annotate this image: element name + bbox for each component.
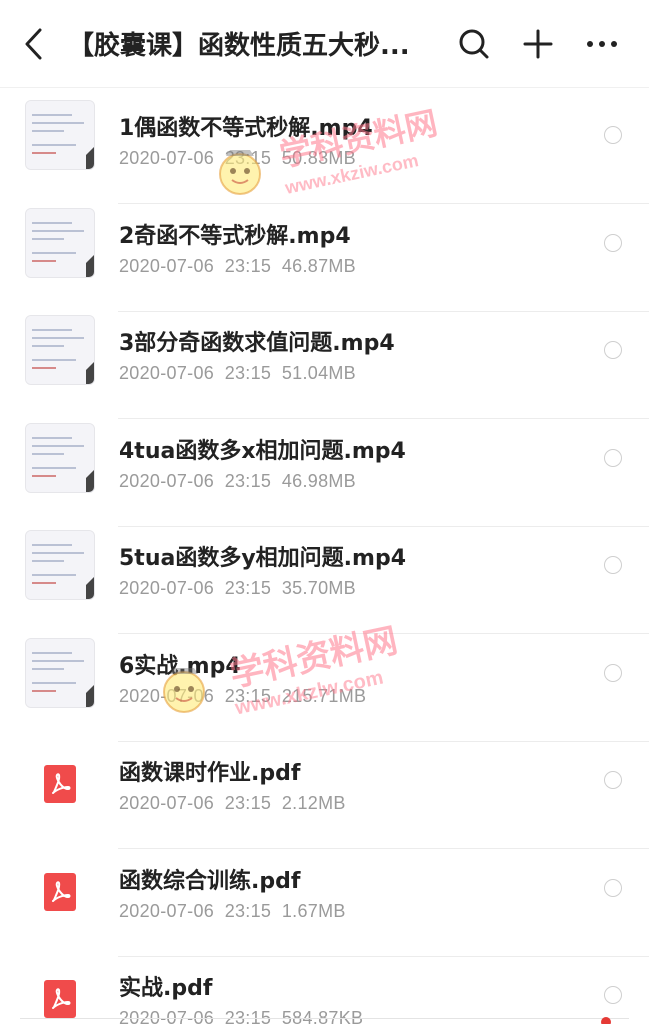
pdf-file-icon <box>44 980 76 1018</box>
file-name: 函数课时作业.pdf <box>119 761 301 786</box>
select-radio[interactable] <box>604 126 622 144</box>
file-name: 6实战.mp4 <box>119 654 241 679</box>
select-radio[interactable] <box>604 879 622 897</box>
file-name: 2奇函不等式秒解.mp4 <box>119 224 351 249</box>
pdf-file-icon <box>44 873 76 911</box>
file-size: 46.87MB <box>281 256 356 276</box>
plus-icon <box>523 29 553 58</box>
select-radio[interactable] <box>604 664 622 682</box>
file-time: 23:15 <box>224 256 272 276</box>
video-thumbnail <box>25 638 95 708</box>
file-meta: 2020-07-06 23:15 46.98MB <box>119 471 356 492</box>
file-time: 23:15 <box>224 471 272 491</box>
bottom-divider <box>20 1018 629 1019</box>
file-size: 1.67MB <box>281 901 346 921</box>
file-row[interactable]: 4tua函数多x相加问题.mp4 2020-07-06 23:15 46.98MB <box>0 419 649 527</box>
file-list: 1偶函数不等式秒解.mp4 2020-07-06 23:15 50.83MB 2奇函… <box>0 88 649 1024</box>
file-row[interactable]: 5tua函数多y相加问题.mp4 2020-07-06 23:15 35.70MB <box>0 526 649 634</box>
file-time: 23:15 <box>224 1008 272 1024</box>
file-date: 2020-07-06 <box>119 793 215 813</box>
file-date: 2020-07-06 <box>119 363 215 383</box>
file-row[interactable]: 2奇函不等式秒解.mp4 2020-07-06 23:15 46.87MB <box>0 204 649 312</box>
file-row[interactable]: 函数综合训练.pdf 2020-07-06 23:15 1.67MB <box>0 849 649 957</box>
file-row[interactable]: 6实战.mp4 2020-07-06 23:15 215.71MB <box>0 634 649 742</box>
file-meta: 2020-07-06 23:15 215.71MB <box>119 686 366 707</box>
file-size: 35.70MB <box>281 578 356 598</box>
video-thumbnail <box>25 100 95 170</box>
video-thumbnail <box>25 423 95 493</box>
file-meta: 2020-07-06 23:15 2.12MB <box>119 793 346 814</box>
file-date: 2020-07-06 <box>119 578 215 598</box>
page-title: 【胶囊课】函数性质五大秒... <box>68 31 410 61</box>
add-button[interactable] <box>506 0 570 88</box>
back-button[interactable] <box>6 0 62 88</box>
file-row[interactable]: 1偶函数不等式秒解.mp4 2020-07-06 23:15 50.83MB <box>0 96 649 204</box>
file-size: 51.04MB <box>281 363 356 383</box>
file-date: 2020-07-06 <box>119 1008 215 1024</box>
file-meta: 2020-07-06 23:15 50.83MB <box>119 148 356 169</box>
file-row[interactable]: 函数课时作业.pdf 2020-07-06 23:15 2.12MB <box>0 741 649 849</box>
file-time: 23:15 <box>224 148 272 168</box>
select-radio[interactable] <box>604 986 622 1004</box>
file-name: 5tua函数多y相加问题.mp4 <box>119 546 407 571</box>
file-meta: 2020-07-06 23:15 35.70MB <box>119 578 356 599</box>
notification-dot <box>601 1017 611 1024</box>
file-size: 2.12MB <box>281 793 346 813</box>
more-button[interactable] <box>570 0 634 88</box>
video-thumbnail <box>25 315 95 385</box>
select-radio[interactable] <box>604 771 622 789</box>
file-time: 23:15 <box>224 363 272 383</box>
video-thumbnail <box>25 208 95 278</box>
video-thumbnail <box>25 530 95 600</box>
select-radio[interactable] <box>604 449 622 467</box>
file-time: 23:15 <box>224 686 272 706</box>
file-size: 46.98MB <box>281 471 356 491</box>
file-date: 2020-07-06 <box>119 471 215 491</box>
file-name: 4tua函数多x相加问题.mp4 <box>119 439 406 464</box>
chevron-left-icon <box>25 28 42 59</box>
file-row[interactable]: 实战.pdf 2020-07-06 23:15 584.87KB <box>0 956 649 1024</box>
file-size: 584.87KB <box>281 1008 364 1024</box>
file-meta: 2020-07-06 23:15 1.67MB <box>119 901 346 922</box>
file-name: 1偶函数不等式秒解.mp4 <box>119 116 373 141</box>
file-name: 实战.pdf <box>119 976 213 1001</box>
file-date: 2020-07-06 <box>119 148 215 168</box>
search-button[interactable] <box>442 0 506 88</box>
file-date: 2020-07-06 <box>119 901 215 921</box>
file-time: 23:15 <box>224 901 272 921</box>
file-size: 215.71MB <box>281 686 367 706</box>
file-name: 3部分奇函数求值问题.mp4 <box>119 331 395 356</box>
search-icon <box>459 29 489 58</box>
more-horizontal-icon <box>587 40 617 47</box>
file-row[interactable]: 3部分奇函数求值问题.mp4 2020-07-06 23:15 51.04MB <box>0 311 649 419</box>
file-meta: 2020-07-06 23:15 46.87MB <box>119 256 356 277</box>
pdf-file-icon <box>44 765 76 803</box>
file-size: 50.83MB <box>281 148 356 168</box>
select-radio[interactable] <box>604 341 622 359</box>
select-radio[interactable] <box>604 556 622 574</box>
file-date: 2020-07-06 <box>119 686 215 706</box>
file-time: 23:15 <box>224 578 272 598</box>
file-time: 23:15 <box>224 793 272 813</box>
file-meta: 2020-07-06 23:15 51.04MB <box>119 363 356 384</box>
top-app-bar: 【胶囊课】函数性质五大秒... <box>0 0 649 88</box>
file-meta: 2020-07-06 23:15 584.87KB <box>119 1008 363 1024</box>
file-date: 2020-07-06 <box>119 256 215 276</box>
select-radio[interactable] <box>604 234 622 252</box>
file-name: 函数综合训练.pdf <box>119 869 301 894</box>
